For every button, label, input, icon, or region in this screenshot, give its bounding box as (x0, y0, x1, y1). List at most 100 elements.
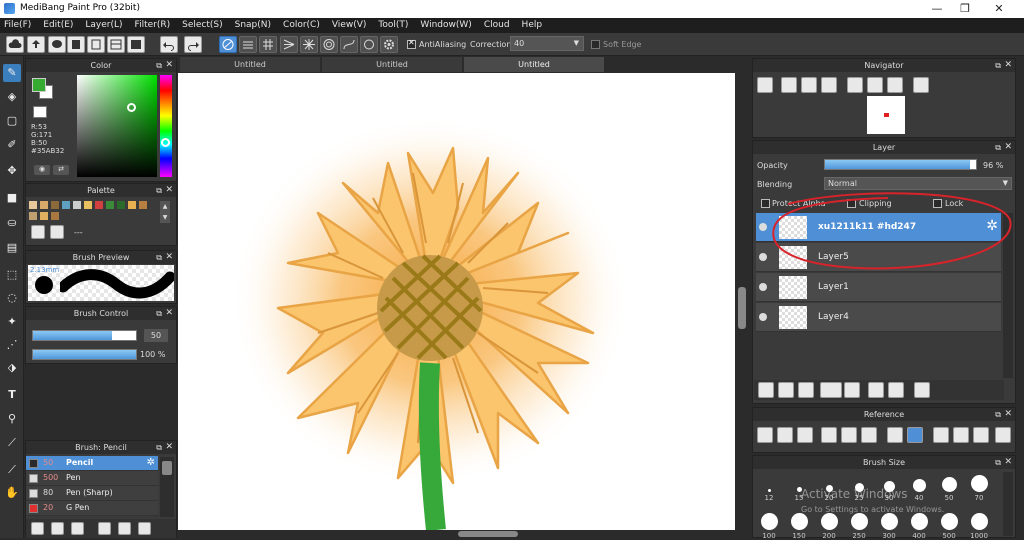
zoom-in-icon[interactable] (821, 427, 837, 443)
new-halftone-layer-icon[interactable] (778, 382, 794, 398)
flip-icon[interactable] (913, 77, 929, 93)
rectangle-tool-icon[interactable]: ▢ (3, 112, 21, 130)
select-pen-tool-icon[interactable]: ⋰ (3, 336, 21, 354)
duplicate-icon[interactable] (138, 522, 151, 535)
parallel-snap-icon[interactable] (239, 36, 257, 53)
rotate-reset-icon[interactable] (867, 77, 883, 93)
magic-wand-tool-icon[interactable]: ✦ (3, 313, 21, 331)
blending-select[interactable]: Normal ▼ (824, 177, 1012, 190)
close-icon[interactable] (797, 427, 813, 443)
palette-swatch[interactable] (73, 201, 81, 209)
saturation-value-square[interactable] (77, 75, 157, 177)
visibility-icon[interactable] (759, 313, 767, 321)
undock-icon[interactable]: ⧉ (156, 251, 162, 264)
zoom-in-icon[interactable] (757, 77, 773, 93)
circle-snap-icon[interactable] (320, 36, 338, 53)
folder-icon[interactable] (844, 382, 860, 398)
brush-size-option[interactable]: 400 (905, 513, 933, 540)
close-icon[interactable]: ✕ (165, 251, 173, 264)
select-tool-icon[interactable]: ⬚ (3, 266, 21, 284)
menu-edit[interactable]: Edit(E) (43, 18, 73, 33)
undock-icon[interactable]: ⧉ (995, 456, 1001, 469)
close-icon[interactable]: ✕ (165, 441, 173, 454)
brush-size-option[interactable]: 500 (935, 513, 963, 540)
reference-open-icon[interactable] (757, 427, 773, 443)
rotate-left-icon[interactable] (847, 77, 863, 93)
undock-icon[interactable]: ⧉ (995, 408, 1001, 421)
add-brush-icon[interactable] (31, 522, 44, 535)
add-layer-menu-icon[interactable] (820, 382, 842, 398)
select-eraser-tool-icon[interactable]: ⬗ (3, 359, 21, 377)
palette-swatch[interactable] (51, 201, 59, 209)
brush-item-pen-sharp[interactable]: 80 Pen (Sharp) (26, 486, 158, 501)
palette-swatch[interactable] (117, 201, 125, 209)
menu-color[interactable]: Color(C) (283, 18, 320, 33)
brush-size-option[interactable]: 12 (755, 489, 783, 502)
close-button[interactable]: ✕ (984, 1, 1014, 17)
menu-cloud[interactable]: Cloud (484, 18, 510, 33)
vertical-scrollbar[interactable] (736, 73, 748, 530)
pen-tool-icon[interactable]: ✐ (3, 136, 21, 154)
palette-swatch[interactable] (95, 201, 103, 209)
palette-swatch[interactable] (128, 201, 136, 209)
menu-layer[interactable]: Layer(L) (85, 18, 122, 33)
maximize-button[interactable]: ❐ (950, 1, 980, 17)
zoom-fit-icon[interactable] (781, 77, 797, 93)
hand-tool-icon[interactable]: ✋ (3, 484, 21, 502)
lasso-tool-icon[interactable]: ◌ (3, 289, 21, 307)
undock-icon[interactable]: ⧉ (156, 307, 162, 320)
tab-untitled-1[interactable]: Untitled (180, 57, 320, 72)
menu-view[interactable]: View(V) (332, 18, 367, 33)
trash-icon[interactable] (914, 382, 930, 398)
undock-icon[interactable]: ⧉ (156, 184, 162, 197)
zoom-fit-icon[interactable] (841, 427, 857, 443)
eraser-tool-icon[interactable]: ◈ (3, 88, 21, 106)
close-icon[interactable]: ✕ (165, 184, 173, 197)
color-picker-handle[interactable] (127, 103, 136, 112)
upload-icon[interactable] (27, 36, 45, 53)
undock-icon[interactable]: ⧉ (156, 441, 162, 454)
folder-icon[interactable] (777, 427, 793, 443)
brush-size-option[interactable]: 150 (785, 513, 813, 540)
curve-snap-icon[interactable] (340, 36, 358, 53)
brush-item-pen[interactable]: 500 Pen (26, 471, 158, 486)
merge-layer-icon[interactable] (888, 382, 904, 398)
rotate-right-icon[interactable] (887, 77, 903, 93)
menu-snap[interactable]: Snap(N) (235, 18, 271, 33)
brush-copy-icon[interactable] (51, 522, 64, 535)
brush-size-option[interactable]: 70 (965, 475, 993, 502)
horizontal-scroll-thumb[interactable] (458, 531, 518, 537)
document-icon[interactable] (87, 36, 105, 53)
palette-swatch[interactable] (29, 201, 37, 209)
shape-snap-icon[interactable] (360, 36, 378, 53)
vanishing-snap-icon[interactable] (280, 36, 298, 53)
menu-file[interactable]: File(F) (4, 18, 31, 33)
menu-tool[interactable]: Tool(T) (378, 18, 408, 33)
brush-size-option[interactable]: 40 (905, 479, 933, 502)
radial-snap-icon[interactable] (300, 36, 318, 53)
brush-settings-icon[interactable] (98, 522, 111, 535)
menu-window[interactable]: Window(W) (420, 18, 471, 33)
rotate-reset-icon[interactable] (953, 427, 969, 443)
palette-swatch[interactable] (51, 212, 59, 220)
brush-tool-icon[interactable]: ✎ (3, 64, 21, 82)
gradient-tool-icon[interactable]: ▤ (3, 239, 21, 257)
gear-icon[interactable] (380, 36, 398, 53)
snap-off-icon[interactable] (219, 36, 237, 53)
palette-scroll[interactable]: ▲ ▼ (160, 201, 170, 223)
brush-size-value[interactable]: 50 (144, 329, 168, 342)
layer-item[interactable]: Layer4 (756, 303, 1001, 332)
trash-icon[interactable] (50, 225, 64, 239)
redo-icon[interactable] (184, 36, 202, 53)
palette-swatch[interactable] (29, 212, 37, 220)
panel-icon[interactable] (107, 36, 125, 53)
brush-size-option[interactable]: 200 (815, 513, 843, 540)
menu-select[interactable]: Select(S) (182, 18, 223, 33)
operation-tool-icon[interactable]: ⚲ (3, 410, 21, 428)
close-icon[interactable]: ✕ (1004, 456, 1012, 469)
close-icon[interactable]: ✕ (1004, 408, 1012, 421)
palette-swatch[interactable] (84, 201, 92, 209)
brush-size-option[interactable]: 250 (845, 513, 873, 540)
brush-size-option[interactable]: 50 (935, 477, 963, 502)
eyedropper-icon[interactable] (887, 427, 903, 443)
